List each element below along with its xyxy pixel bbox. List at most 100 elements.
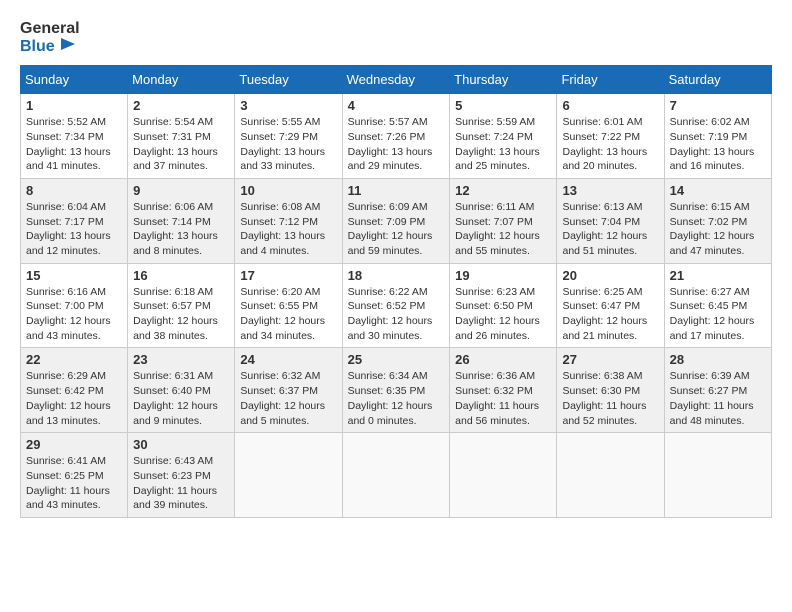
day-info: Sunrise: 6:27 AMSunset: 6:45 PMDaylight:…: [670, 286, 755, 342]
calendar-day-cell: 5 Sunrise: 5:59 AMSunset: 7:24 PMDayligh…: [450, 94, 557, 179]
calendar-table: SundayMondayTuesdayWednesdayThursdayFrid…: [20, 65, 772, 518]
day-number: 12: [455, 183, 551, 198]
calendar-day-cell: 27 Sunrise: 6:38 AMSunset: 6:30 PMDaylig…: [557, 348, 664, 433]
calendar-day-cell: 24 Sunrise: 6:32 AMSunset: 6:37 PMDaylig…: [235, 348, 342, 433]
day-number: 20: [562, 268, 658, 283]
day-info: Sunrise: 6:01 AMSunset: 7:22 PMDaylight:…: [562, 116, 647, 172]
calendar-day-cell: 19 Sunrise: 6:23 AMSunset: 6:50 PMDaylig…: [450, 263, 557, 348]
calendar-day-cell: 25 Sunrise: 6:34 AMSunset: 6:35 PMDaylig…: [342, 348, 450, 433]
day-number: 25: [348, 352, 445, 367]
day-number: 17: [240, 268, 336, 283]
day-number: 22: [26, 352, 122, 367]
calendar-day-cell: 9 Sunrise: 6:06 AMSunset: 7:14 PMDayligh…: [128, 178, 235, 263]
calendar-day-cell: 12 Sunrise: 6:11 AMSunset: 7:07 PMDaylig…: [450, 178, 557, 263]
day-number: 7: [670, 98, 766, 113]
calendar-day-cell: 16 Sunrise: 6:18 AMSunset: 6:57 PMDaylig…: [128, 263, 235, 348]
calendar-day-cell: 10 Sunrise: 6:08 AMSunset: 7:12 PMDaylig…: [235, 178, 342, 263]
day-info: Sunrise: 6:18 AMSunset: 6:57 PMDaylight:…: [133, 286, 218, 342]
calendar-day-cell: 18 Sunrise: 6:22 AMSunset: 6:52 PMDaylig…: [342, 263, 450, 348]
day-info: Sunrise: 6:25 AMSunset: 6:47 PMDaylight:…: [562, 286, 647, 342]
day-info: Sunrise: 6:43 AMSunset: 6:23 PMDaylight:…: [133, 455, 217, 511]
day-number: 21: [670, 268, 766, 283]
day-number: 2: [133, 98, 229, 113]
calendar-day-cell: [557, 433, 664, 518]
day-info: Sunrise: 6:02 AMSunset: 7:19 PMDaylight:…: [670, 116, 755, 172]
day-info: Sunrise: 6:39 AMSunset: 6:27 PMDaylight:…: [670, 370, 754, 426]
calendar-day-cell: [235, 433, 342, 518]
day-info: Sunrise: 6:08 AMSunset: 7:12 PMDaylight:…: [240, 201, 325, 257]
day-number: 10: [240, 183, 336, 198]
day-number: 3: [240, 98, 336, 113]
calendar-day-cell: 26 Sunrise: 6:36 AMSunset: 6:32 PMDaylig…: [450, 348, 557, 433]
weekday-header: Wednesday: [342, 66, 450, 94]
calendar-day-cell: 13 Sunrise: 6:13 AMSunset: 7:04 PMDaylig…: [557, 178, 664, 263]
day-info: Sunrise: 6:11 AMSunset: 7:07 PMDaylight:…: [455, 201, 540, 257]
day-info: Sunrise: 6:22 AMSunset: 6:52 PMDaylight:…: [348, 286, 433, 342]
day-info: Sunrise: 6:29 AMSunset: 6:42 PMDaylight:…: [26, 370, 111, 426]
day-number: 26: [455, 352, 551, 367]
calendar-day-cell: 14 Sunrise: 6:15 AMSunset: 7:02 PMDaylig…: [664, 178, 771, 263]
day-info: Sunrise: 6:13 AMSunset: 7:04 PMDaylight:…: [562, 201, 647, 257]
day-info: Sunrise: 5:54 AMSunset: 7:31 PMDaylight:…: [133, 116, 218, 172]
calendar-day-cell: 4 Sunrise: 5:57 AMSunset: 7:26 PMDayligh…: [342, 94, 450, 179]
day-number: 30: [133, 437, 229, 452]
day-info: Sunrise: 6:36 AMSunset: 6:32 PMDaylight:…: [455, 370, 539, 426]
day-number: 11: [348, 183, 445, 198]
day-info: Sunrise: 6:04 AMSunset: 7:17 PMDaylight:…: [26, 201, 111, 257]
day-number: 5: [455, 98, 551, 113]
day-number: 1: [26, 98, 122, 113]
day-info: Sunrise: 5:52 AMSunset: 7:34 PMDaylight:…: [26, 116, 111, 172]
page-header: General Blue: [20, 20, 772, 55]
calendar-day-cell: 17 Sunrise: 6:20 AMSunset: 6:55 PMDaylig…: [235, 263, 342, 348]
day-info: Sunrise: 6:38 AMSunset: 6:30 PMDaylight:…: [562, 370, 646, 426]
day-info: Sunrise: 5:59 AMSunset: 7:24 PMDaylight:…: [455, 116, 540, 172]
logo-triangle-icon: [57, 38, 75, 54]
day-info: Sunrise: 6:16 AMSunset: 7:00 PMDaylight:…: [26, 286, 111, 342]
calendar-day-cell: 23 Sunrise: 6:31 AMSunset: 6:40 PMDaylig…: [128, 348, 235, 433]
calendar-day-cell: 21 Sunrise: 6:27 AMSunset: 6:45 PMDaylig…: [664, 263, 771, 348]
day-number: 15: [26, 268, 122, 283]
day-number: 18: [348, 268, 445, 283]
calendar-day-cell: 1 Sunrise: 5:52 AMSunset: 7:34 PMDayligh…: [21, 94, 128, 179]
calendar-day-cell: [342, 433, 450, 518]
day-info: Sunrise: 6:34 AMSunset: 6:35 PMDaylight:…: [348, 370, 433, 426]
calendar-day-cell: [450, 433, 557, 518]
calendar-day-cell: 7 Sunrise: 6:02 AMSunset: 7:19 PMDayligh…: [664, 94, 771, 179]
calendar-header-row: SundayMondayTuesdayWednesdayThursdayFrid…: [21, 66, 772, 94]
day-info: Sunrise: 6:31 AMSunset: 6:40 PMDaylight:…: [133, 370, 218, 426]
weekday-header: Saturday: [664, 66, 771, 94]
day-info: Sunrise: 6:32 AMSunset: 6:37 PMDaylight:…: [240, 370, 325, 426]
logo-general: General: [20, 20, 80, 38]
weekday-header: Sunday: [21, 66, 128, 94]
day-number: 19: [455, 268, 551, 283]
calendar-day-cell: 11 Sunrise: 6:09 AMSunset: 7:09 PMDaylig…: [342, 178, 450, 263]
day-number: 8: [26, 183, 122, 198]
calendar-week-row: 1 Sunrise: 5:52 AMSunset: 7:34 PMDayligh…: [21, 94, 772, 179]
day-info: Sunrise: 5:57 AMSunset: 7:26 PMDaylight:…: [348, 116, 433, 172]
calendar-day-cell: 22 Sunrise: 6:29 AMSunset: 6:42 PMDaylig…: [21, 348, 128, 433]
calendar-week-row: 22 Sunrise: 6:29 AMSunset: 6:42 PMDaylig…: [21, 348, 772, 433]
day-info: Sunrise: 6:06 AMSunset: 7:14 PMDaylight:…: [133, 201, 218, 257]
day-number: 9: [133, 183, 229, 198]
logo-blue: Blue: [20, 38, 80, 56]
day-number: 29: [26, 437, 122, 452]
calendar-day-cell: 15 Sunrise: 6:16 AMSunset: 7:00 PMDaylig…: [21, 263, 128, 348]
calendar-day-cell: 28 Sunrise: 6:39 AMSunset: 6:27 PMDaylig…: [664, 348, 771, 433]
calendar-day-cell: 3 Sunrise: 5:55 AMSunset: 7:29 PMDayligh…: [235, 94, 342, 179]
calendar-day-cell: 29 Sunrise: 6:41 AMSunset: 6:25 PMDaylig…: [21, 433, 128, 518]
day-info: Sunrise: 6:41 AMSunset: 6:25 PMDaylight:…: [26, 455, 110, 511]
day-info: Sunrise: 6:20 AMSunset: 6:55 PMDaylight:…: [240, 286, 325, 342]
day-info: Sunrise: 6:15 AMSunset: 7:02 PMDaylight:…: [670, 201, 755, 257]
day-number: 4: [348, 98, 445, 113]
logo-svg: General Blue: [20, 20, 80, 55]
day-number: 27: [562, 352, 658, 367]
calendar-week-row: 15 Sunrise: 6:16 AMSunset: 7:00 PMDaylig…: [21, 263, 772, 348]
calendar-day-cell: 20 Sunrise: 6:25 AMSunset: 6:47 PMDaylig…: [557, 263, 664, 348]
day-number: 14: [670, 183, 766, 198]
calendar-week-row: 29 Sunrise: 6:41 AMSunset: 6:25 PMDaylig…: [21, 433, 772, 518]
day-number: 23: [133, 352, 229, 367]
calendar-day-cell: 6 Sunrise: 6:01 AMSunset: 7:22 PMDayligh…: [557, 94, 664, 179]
weekday-header: Tuesday: [235, 66, 342, 94]
weekday-header: Thursday: [450, 66, 557, 94]
day-number: 28: [670, 352, 766, 367]
